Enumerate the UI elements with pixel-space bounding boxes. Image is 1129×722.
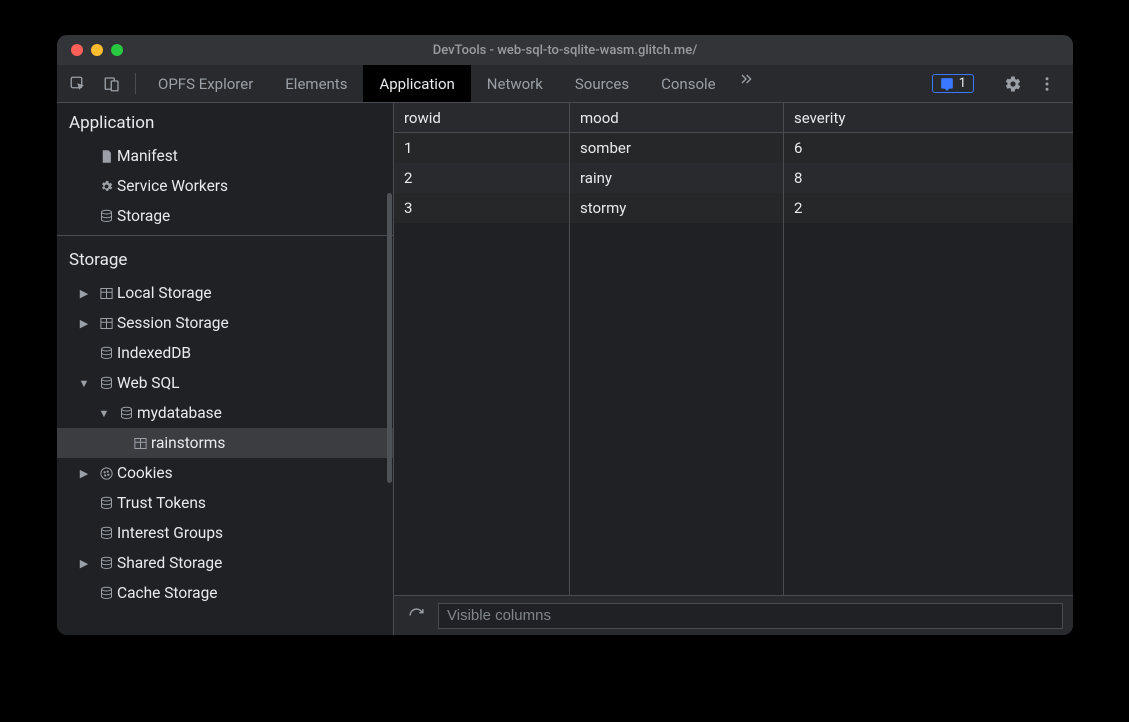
titlebar: DevTools - web-sql-to-sqlite-wasm.glitch… [57, 35, 1073, 65]
separator [135, 73, 136, 94]
table-icon [95, 286, 117, 301]
db-icon [115, 406, 137, 421]
tab-console[interactable]: Console [645, 65, 732, 102]
db-icon [95, 526, 117, 541]
cell: 3 [394, 193, 570, 223]
divider [57, 235, 393, 236]
toolbar: OPFS Explorer Elements Application Netwo… [57, 65, 1073, 103]
scrollbar-thumb[interactable] [387, 193, 392, 483]
sidebar-item-label: IndexedDB [117, 344, 191, 362]
tab-opfs-explorer[interactable]: OPFS Explorer [142, 65, 269, 102]
maximize-window-button[interactable] [111, 44, 123, 56]
table-footer [394, 595, 1073, 635]
sidebar-item-trust-tokens[interactable]: Trust Tokens [57, 488, 393, 518]
db-icon [95, 376, 117, 391]
table-panel: rowid mood severity 1 somber 6 2 rainy 8… [394, 103, 1073, 635]
section-storage-heading: Storage [57, 240, 393, 278]
gear-icon [95, 179, 117, 194]
table-icon [95, 316, 117, 331]
tab-sources[interactable]: Sources [559, 65, 645, 102]
chevron-right-icon: ▶ [77, 317, 91, 330]
section-application-heading: Application [57, 103, 393, 141]
chevron-right-icon: ▶ [77, 287, 91, 300]
window-title: DevTools - web-sql-to-sqlite-wasm.glitch… [57, 43, 1073, 58]
tab-network[interactable]: Network [471, 65, 559, 102]
sidebar-item-label: Storage [117, 207, 170, 225]
db-icon [95, 556, 117, 571]
cell: 2 [394, 163, 570, 193]
sidebar-item-cookies[interactable]: ▶ Cookies [57, 458, 393, 488]
cell: stormy [570, 193, 784, 223]
refresh-icon[interactable] [404, 604, 428, 628]
file-icon [95, 149, 117, 164]
issues-count: 1 [959, 76, 966, 91]
table-header: rowid mood severity [394, 103, 1073, 133]
sidebar-item-interest-groups[interactable]: Interest Groups [57, 518, 393, 548]
chevron-right-icon: ▶ [77, 557, 91, 570]
device-toolbar-icon[interactable] [95, 65, 129, 102]
sidebar-item-shared-storage[interactable]: ▶ Shared Storage [57, 548, 393, 578]
toolbar-right: 1 [913, 65, 1069, 102]
sidebar-item-rainstorms[interactable]: rainstorms [57, 428, 393, 458]
sidebar-item-label: Local Storage [117, 284, 212, 302]
sidebar-item-local-storage[interactable]: ▶ Local Storage [57, 278, 393, 308]
table-row[interactable]: 2 rainy 8 [394, 163, 1073, 193]
db-icon [95, 586, 117, 601]
sidebar-item-label: Service Workers [117, 177, 228, 195]
devtools-window: DevTools - web-sql-to-sqlite-wasm.glitch… [57, 35, 1073, 635]
sidebar-item-label: Manifest [117, 147, 178, 165]
sidebar-item-label: rainstorms [151, 434, 225, 452]
sidebar-item-web-sql[interactable]: ▼ Web SQL [57, 368, 393, 398]
db-icon [95, 346, 117, 361]
column-header-rowid[interactable]: rowid [394, 103, 570, 132]
sidebar-item-label: Web SQL [117, 374, 180, 392]
chevron-down-icon: ▼ [77, 377, 91, 390]
panel-tabs: OPFS Explorer Elements Application Netwo… [142, 65, 760, 102]
cell: 6 [784, 133, 1073, 163]
panel-body: Application Manifest Service Workers Sto… [57, 103, 1073, 635]
table-icon [129, 436, 151, 451]
sidebar-item-label: mydatabase [137, 404, 222, 422]
traffic-lights [71, 44, 123, 56]
table-row[interactable]: 3 stormy 2 [394, 193, 1073, 223]
sidebar-item-mydatabase[interactable]: ▼ mydatabase [57, 398, 393, 428]
sidebar-item-label: Interest Groups [117, 524, 223, 542]
cell: rainy [570, 163, 784, 193]
table-row[interactable]: 1 somber 6 [394, 133, 1073, 163]
inspect-element-icon[interactable] [61, 65, 95, 102]
sidebar-item-manifest[interactable]: Manifest [57, 141, 393, 171]
sidebar-item-indexeddb[interactable]: IndexedDB [57, 338, 393, 368]
tab-elements[interactable]: Elements [269, 65, 363, 102]
sidebar-item-cache-storage[interactable]: Cache Storage [57, 578, 393, 608]
close-window-button[interactable] [71, 44, 83, 56]
sidebar-item-storage[interactable]: Storage [57, 201, 393, 231]
more-menu-icon[interactable] [1033, 70, 1061, 98]
cookie-icon [95, 466, 117, 481]
chevron-right-icon: ▶ [77, 467, 91, 480]
sidebar-item-label: Trust Tokens [117, 494, 206, 512]
sidebar-item-service-workers[interactable]: Service Workers [57, 171, 393, 201]
db-icon [95, 209, 117, 224]
minimize-window-button[interactable] [91, 44, 103, 56]
db-icon [95, 496, 117, 511]
sidebar-item-label: Shared Storage [117, 554, 222, 572]
sidebar-item-session-storage[interactable]: ▶ Session Storage [57, 308, 393, 338]
cell: 1 [394, 133, 570, 163]
more-tabs-icon[interactable] [732, 65, 760, 93]
sidebar-item-label: Cache Storage [117, 584, 218, 602]
tab-application[interactable]: Application [363, 65, 470, 102]
cell: somber [570, 133, 784, 163]
cell: 2 [784, 193, 1073, 223]
issues-button[interactable]: 1 [932, 74, 974, 93]
visible-columns-input[interactable] [438, 603, 1063, 629]
sidebar-item-label: Cookies [117, 464, 173, 482]
column-header-severity[interactable]: severity [784, 103, 1073, 132]
cell: 8 [784, 163, 1073, 193]
settings-icon[interactable] [999, 70, 1027, 98]
application-sidebar: Application Manifest Service Workers Sto… [57, 103, 394, 635]
sidebar-item-label: Session Storage [117, 314, 229, 332]
data-table: rowid mood severity 1 somber 6 2 rainy 8… [394, 103, 1073, 595]
chevron-down-icon: ▼ [97, 407, 111, 420]
column-header-mood[interactable]: mood [570, 103, 784, 132]
